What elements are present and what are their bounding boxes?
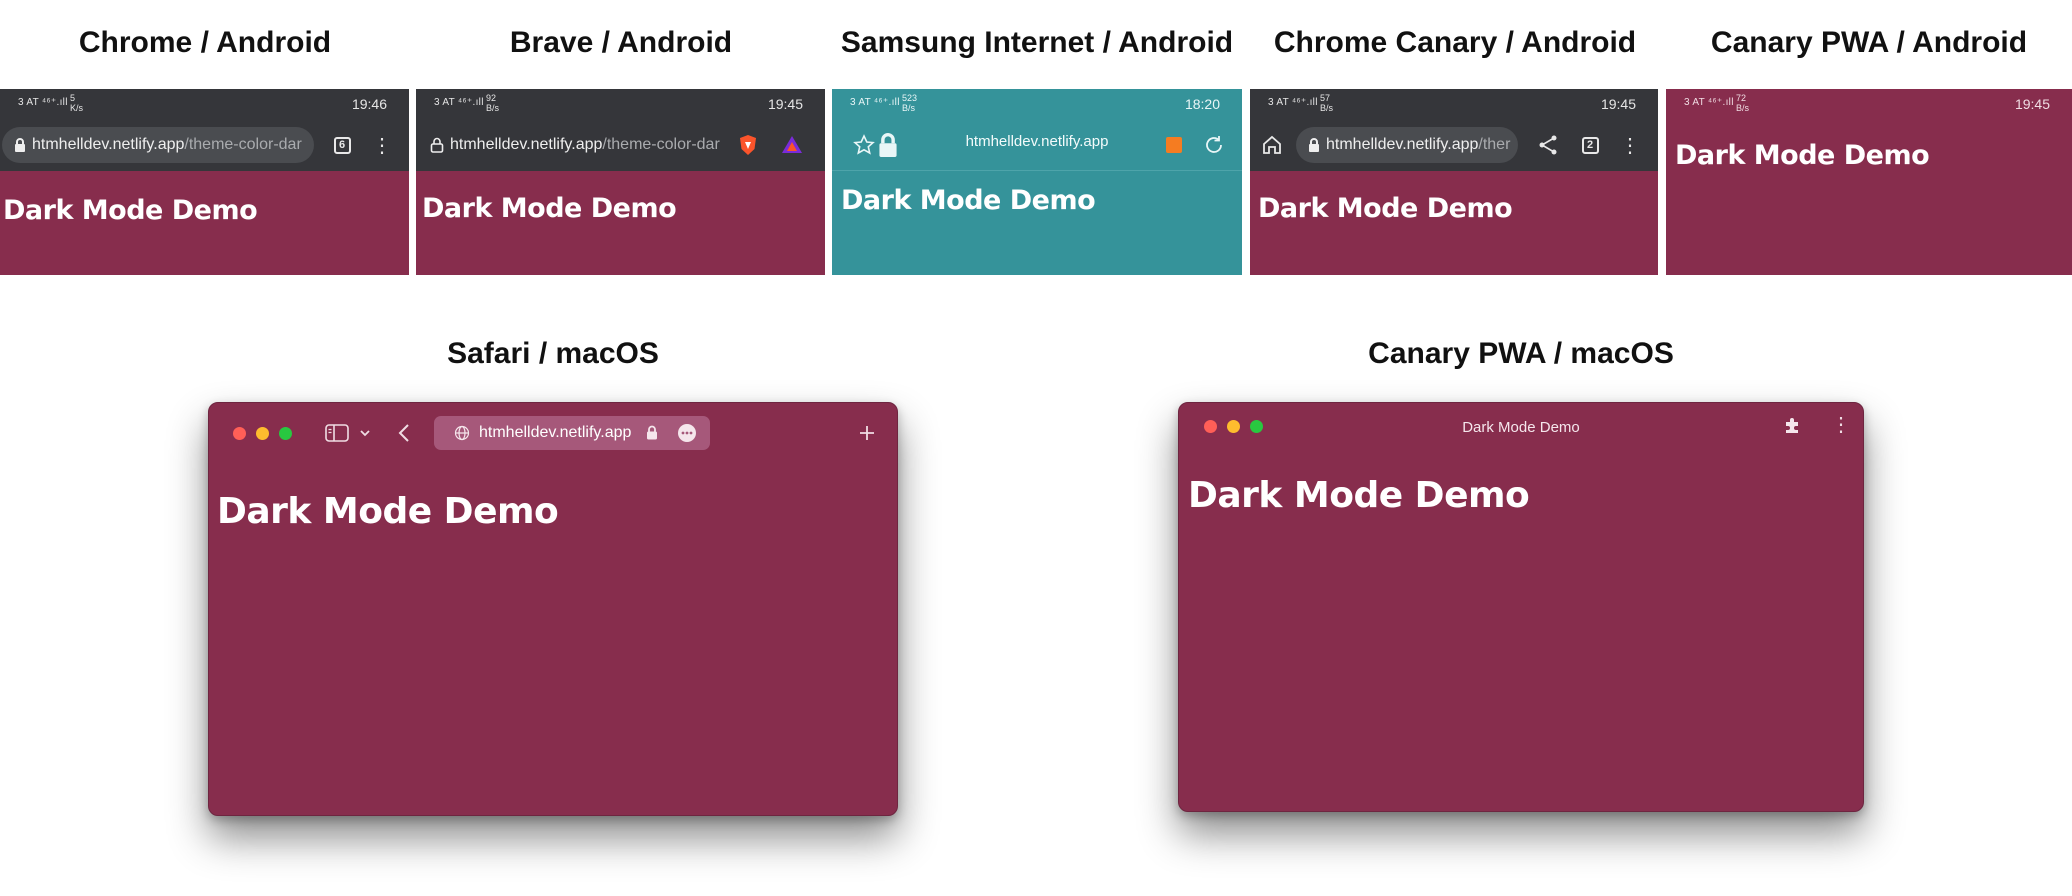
lock-icon xyxy=(15,137,25,152)
window-controls xyxy=(233,427,292,440)
chrome-android-screenshot: 3 AT ⁴⁶⁺.ıll 5 K/s 19:46 htmhelldev.netl… xyxy=(0,89,409,275)
canary-pwa-android-screenshot: 3 AT ⁴⁶⁺.ıll 72 B/s 19:45 Dark Mode Demo xyxy=(1666,89,2072,275)
label-canary-android: Chrome Canary / Android xyxy=(1273,26,1637,59)
tab-count: 2 xyxy=(1581,136,1599,154)
brave-rewards-icon[interactable] xyxy=(780,133,804,157)
network-speed: 523 B/s xyxy=(902,93,918,113)
page-heading: Dark Mode Demo xyxy=(1188,475,1530,516)
page-menu-icon[interactable] xyxy=(677,423,697,443)
label-safari-macos: Safari / macOS xyxy=(447,337,659,370)
new-tab-plus-icon[interactable] xyxy=(859,425,875,441)
share-icon[interactable] xyxy=(1536,133,1560,157)
network-speed: 92 B/s xyxy=(486,93,500,113)
page-heading: Dark Mode Demo xyxy=(217,491,559,532)
sidebar-toggle-icon[interactable] xyxy=(325,423,349,443)
close-button[interactable] xyxy=(233,427,246,440)
network-speed: 57 B/s xyxy=(1320,93,1334,113)
status-bar: 3 AT ⁴⁶⁺.ıll 92 B/s 19:45 xyxy=(416,89,825,119)
page-heading: Dark Mode Demo xyxy=(422,193,677,224)
canary-pwa-macos-window: Dark Mode Demo ⋮ Dark Mode Demo xyxy=(1178,402,1864,812)
address-bar[interactable]: htmhelldev.netlify.app/ther xyxy=(1296,127,1518,163)
status-time: 19:46 xyxy=(351,96,387,112)
status-bar: 3 AT ⁴⁶⁺.ıll 72 B/s 19:45 xyxy=(1666,89,2072,119)
network-speed: 5 K/s xyxy=(70,93,84,113)
chevron-down-icon[interactable] xyxy=(359,428,371,438)
status-time: 18:20 xyxy=(1184,96,1220,112)
back-chevron-icon[interactable] xyxy=(397,423,411,443)
lock-icon xyxy=(430,137,444,153)
tab-switcher-button[interactable]: 2 xyxy=(1578,133,1602,157)
address-bar[interactable]: htmhelldev.netlify.app/theme-color-dar xyxy=(2,127,314,163)
url-host[interactable]: htmhelldev.netlify.app xyxy=(912,133,1162,150)
globe-icon xyxy=(454,425,470,441)
label-samsung-android: Samsung Internet / Android xyxy=(840,26,1234,59)
window-title: Dark Mode Demo xyxy=(1462,419,1580,436)
brave-android-screenshot: 3 AT ⁴⁶⁺.ıll 92 B/s 19:45 htmhelldev.net… xyxy=(416,89,825,275)
url-path: /theme-color-dar xyxy=(602,136,720,153)
page-heading: Dark Mode Demo xyxy=(1258,193,1513,224)
lock-icon xyxy=(879,133,897,157)
more-menu-icon[interactable]: ⋮ xyxy=(1831,413,1851,436)
network-speed: 72 B/s xyxy=(1736,93,1750,113)
zoom-button[interactable] xyxy=(279,427,292,440)
tab-switcher-button[interactable]: 6 xyxy=(330,133,354,157)
label-brave-android: Brave / Android xyxy=(509,26,733,59)
safari-macos-window: htmhelldev.netlify.app Dark Mode Demo xyxy=(208,402,898,816)
browser-toolbar: htmhelldev.netlify.app/ther 2 ⋮ xyxy=(1250,119,1658,171)
status-bar: 3 AT ⁴⁶⁺.ıll 57 B/s 19:45 xyxy=(1250,89,1658,119)
page-heading: Dark Mode Demo xyxy=(1675,140,1930,171)
label-chrome-android: Chrome / Android xyxy=(78,26,332,59)
more-menu-icon[interactable]: ⋮ xyxy=(1618,133,1642,157)
bookmark-star-icon[interactable] xyxy=(852,133,876,157)
page-heading: Dark Mode Demo xyxy=(841,185,1096,216)
url-host: htmhelldev.netlify.app xyxy=(1326,136,1479,153)
status-time: 19:45 xyxy=(767,96,803,112)
status-bar: 3 AT ⁴⁶⁺.ıll 523 B/s 18:20 xyxy=(832,89,1242,119)
label-canary-pwa-macos: Canary PWA / macOS xyxy=(1368,337,1674,370)
browser-toolbar: htmhelldev.netlify.app/theme-color-dar xyxy=(416,119,825,171)
home-icon[interactable] xyxy=(1260,133,1284,157)
brave-shields-icon[interactable] xyxy=(736,133,760,157)
signal-indicator: 3 AT ⁴⁶⁺.ıll xyxy=(1684,97,1734,108)
samsung-android-screenshot: 3 AT ⁴⁶⁺.ıll 523 B/s 18:20 htmhelldev.ne… xyxy=(832,89,1242,275)
browser-toolbar: htmhelldev.netlify.app/theme-color-dar 6… xyxy=(0,119,409,171)
url-path: /ther xyxy=(1478,136,1511,153)
url-host: htmhelldev.netlify.app xyxy=(450,136,603,153)
status-time: 19:45 xyxy=(1600,96,1636,112)
signal-indicator: 3 AT ⁴⁶⁺.ıll xyxy=(434,97,484,108)
page-heading: Dark Mode Demo xyxy=(3,195,258,226)
status-time: 19:45 xyxy=(2014,96,2050,112)
label-canary-pwa-android: Canary PWA / Android xyxy=(1710,26,2028,59)
canary-android-screenshot: 3 AT ⁴⁶⁺.ıll 57 B/s 19:45 htmhelldev.net… xyxy=(1250,89,1658,275)
minimize-button[interactable] xyxy=(256,427,269,440)
browser-toolbar: htmhelldev.netlify.app xyxy=(832,119,1242,171)
extensions-puzzle-icon[interactable] xyxy=(1783,415,1803,435)
signal-indicator: 3 AT ⁴⁶⁺.ıll xyxy=(18,97,68,108)
url-path: /theme-color-dar xyxy=(184,136,302,153)
status-bar: 3 AT ⁴⁶⁺.ıll 5 K/s 19:46 xyxy=(0,89,409,119)
extension-icon[interactable] xyxy=(1162,133,1186,157)
lock-icon xyxy=(647,425,657,440)
tab-count: 6 xyxy=(333,136,351,154)
lock-icon xyxy=(1309,137,1319,152)
reload-icon[interactable] xyxy=(1202,133,1226,157)
url-host: htmhelldev.netlify.app xyxy=(479,424,632,441)
more-menu-icon[interactable]: ⋮ xyxy=(370,133,394,157)
address-bar[interactable]: htmhelldev.netlify.app xyxy=(434,416,710,450)
signal-indicator: 3 AT ⁴⁶⁺.ıll xyxy=(1268,97,1318,108)
url-host: htmhelldev.netlify.app xyxy=(32,136,185,153)
signal-indicator: 3 AT ⁴⁶⁺.ıll xyxy=(850,97,900,108)
